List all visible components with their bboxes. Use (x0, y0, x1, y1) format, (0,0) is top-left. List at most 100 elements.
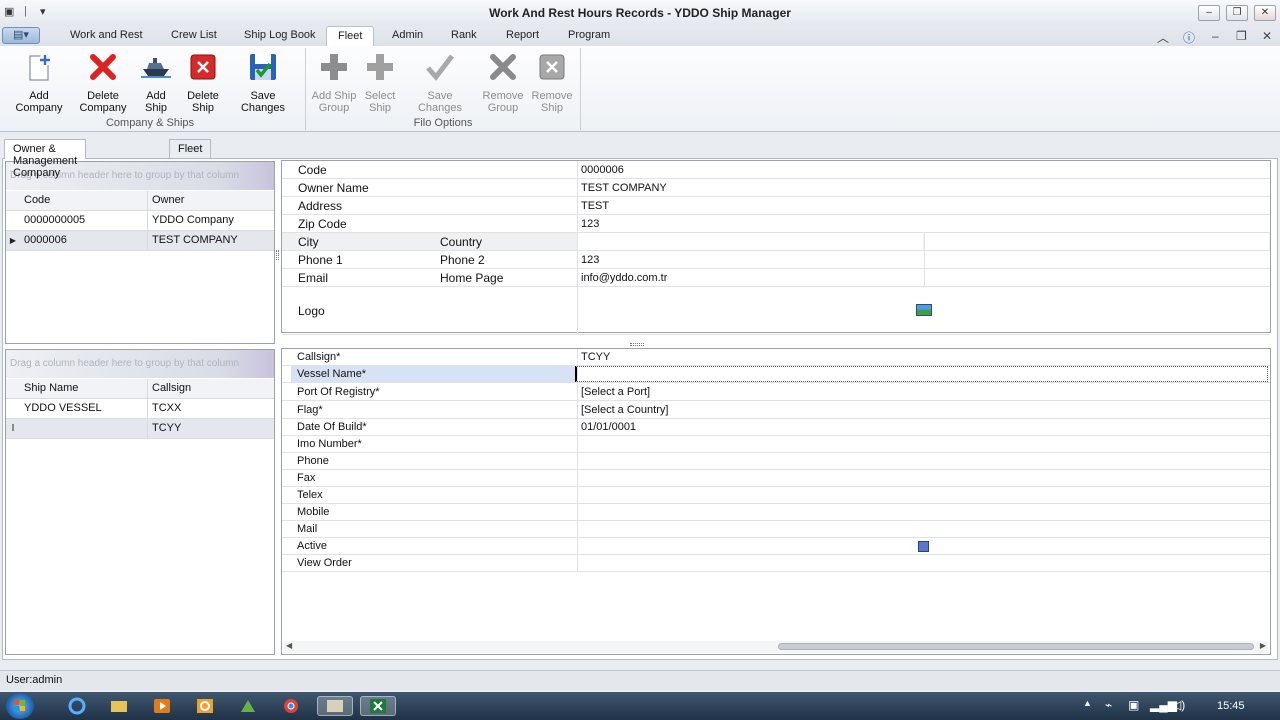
table-row[interactable]: 0000000005 YDDO Company (6, 211, 274, 231)
ribbon: Add Company Delete Company Add Ship Dele… (0, 46, 1280, 132)
scroll-right-icon[interactable]: ▶ (1260, 641, 1266, 650)
field-value[interactable] (575, 366, 1268, 382)
restore-button[interactable]: ❐ (1226, 5, 1248, 21)
field-value[interactable]: 123 (575, 215, 599, 232)
subtab-fleet[interactable]: Fleet (169, 139, 212, 159)
email-value[interactable]: info@yddo.com.tr (575, 269, 667, 286)
table-row[interactable]: I TCYY (6, 419, 274, 439)
horizontal-scrollbar[interactable]: ◀ ▶ (284, 641, 1268, 653)
add-company-button[interactable]: Add Company (6, 50, 72, 114)
field-view-order: View Order (282, 555, 1270, 572)
field-value[interactable] (575, 555, 1268, 571)
taskbar-clock[interactable]: 15:45 (1217, 700, 1245, 712)
tab-ship-log-book[interactable]: Ship Log Book (244, 29, 316, 41)
field-label: Mobile (297, 506, 330, 518)
app-taskbar-icon[interactable] (237, 696, 259, 716)
field-value[interactable] (575, 504, 1268, 520)
column-header-callsign[interactable]: Callsign (148, 379, 274, 399)
media-player-taskbar-icon[interactable] (151, 696, 173, 716)
tab-admin[interactable]: Admin (392, 29, 423, 41)
remove-group-button[interactable]: Remove Group (480, 50, 526, 114)
mdi-restore-icon[interactable]: ❐ (1236, 29, 1247, 43)
field-value[interactable]: TEST COMPANY (575, 179, 667, 196)
field-value[interactable]: [Select a Port] (575, 383, 1268, 400)
field-label: Imo Number* (297, 438, 362, 450)
help-icon[interactable]: ⓘ (1183, 29, 1195, 46)
add-ship-button[interactable]: Add Ship (134, 50, 178, 114)
company-grid: Drag a column header here to group by th… (5, 161, 275, 344)
tab-program[interactable]: Program (568, 29, 610, 41)
splitter-grip[interactable] (276, 250, 279, 260)
tab-report[interactable]: Report (506, 29, 539, 41)
group-by-hint: Drag a column header here to group by th… (6, 350, 274, 378)
column-header-code[interactable]: Code (20, 191, 148, 211)
ribbon-tabs: ▤▾ Work and Rest Crew List Ship Log Book… (0, 26, 1280, 46)
field-value[interactable] (575, 453, 1268, 469)
show-hidden-icons-icon[interactable]: ▲ (1083, 698, 1092, 708)
tab-fleet[interactable]: Fleet (326, 26, 375, 46)
field-value[interactable] (575, 487, 1268, 503)
volume-icon[interactable]: ◁) (1172, 698, 1185, 712)
delete-company-button[interactable]: Delete Company (78, 50, 128, 114)
field-value[interactable]: 0000006 (575, 161, 624, 178)
add-ship-group-button[interactable]: Add Ship Group (310, 50, 358, 114)
excel-taskbar-button[interactable] (360, 696, 396, 716)
select-ship-label: Select Ship (364, 90, 396, 114)
field-value[interactable] (575, 470, 1268, 486)
field-label: Owner Name (298, 181, 369, 195)
start-button[interactable] (6, 693, 34, 719)
field-vessel-name: Vessel Name* (282, 366, 1270, 383)
filo-save-changes-button[interactable]: Save Changes (404, 50, 476, 114)
minimize-button[interactable]: – (1198, 5, 1220, 21)
column-header-ship-name[interactable]: Ship Name (20, 379, 148, 399)
field-value[interactable]: 01/01/0001 (575, 419, 1268, 435)
field-label: Port Of Registry* (297, 386, 380, 398)
active-checkbox[interactable] (918, 541, 929, 552)
ie-taskbar-icon[interactable] (66, 696, 88, 716)
app-menu-button[interactable]: ▤▾ (2, 27, 40, 44)
mdi-close-icon[interactable]: ✕ (1262, 29, 1272, 43)
field-telex: Telex (282, 487, 1270, 504)
splitter-grip[interactable] (630, 343, 644, 346)
plus-icon (367, 54, 393, 80)
column-header-owner[interactable]: Owner (148, 191, 274, 211)
save-changes-button[interactable]: Save Changes (228, 50, 298, 114)
explorer-taskbar-icon[interactable] (108, 696, 130, 716)
field-city-country: City Country (282, 233, 1270, 251)
delete-ship-button[interactable]: Delete Ship (182, 50, 224, 114)
chrome-taskbar-icon[interactable] (280, 696, 302, 716)
tray-app-icon[interactable]: ⌁ (1105, 698, 1112, 712)
collapse-ribbon-icon[interactable]: ︿ (1157, 29, 1169, 46)
field-label: View Order (297, 557, 352, 569)
table-row[interactable]: YDDO VESSEL TCXX (6, 399, 274, 419)
office-taskbar-icon[interactable] (194, 696, 216, 716)
mdi-minimize-icon[interactable]: – (1212, 29, 1219, 43)
close-button[interactable]: ✕ (1254, 5, 1276, 21)
phone-value[interactable]: 123 (575, 251, 599, 268)
field-value[interactable]: [Select a Country] (575, 401, 1268, 418)
tab-work-and-rest[interactable]: Work and Rest (70, 29, 143, 41)
tab-rank[interactable]: Rank (451, 29, 477, 41)
field-label: Flag* (297, 404, 323, 416)
field-value[interactable]: TEST (575, 197, 609, 214)
logo-image-icon[interactable] (916, 304, 932, 316)
field-label: Phone 2 (440, 253, 485, 267)
cell-code: 0000006 (20, 231, 148, 251)
city-value[interactable] (578, 233, 923, 250)
scroll-left-icon[interactable]: ◀ (286, 641, 292, 650)
field-code: Code 0000006 (282, 161, 1270, 179)
tray-device-icon[interactable]: ▣ (1128, 698, 1139, 712)
remove-ship-button[interactable]: Remove Ship (530, 50, 574, 114)
ship-manager-taskbar-button[interactable] (317, 696, 353, 716)
table-row[interactable]: ▶ 0000006 TEST COMPANY (6, 231, 274, 251)
field-active: Active (282, 538, 1270, 555)
field-value[interactable]: TCYY (575, 349, 1268, 365)
subtab-owner-management-company[interactable]: Owner & Management Company (4, 139, 87, 179)
select-ship-button[interactable]: Select Ship (362, 50, 398, 114)
field-value[interactable] (575, 436, 1268, 452)
tab-crew-list[interactable]: Crew List (171, 29, 217, 41)
country-value[interactable] (925, 233, 1269, 250)
scrollbar-thumb[interactable] (778, 643, 1254, 650)
field-value[interactable] (575, 521, 1268, 537)
field-owner-name: Owner Name TEST COMPANY (282, 179, 1270, 197)
